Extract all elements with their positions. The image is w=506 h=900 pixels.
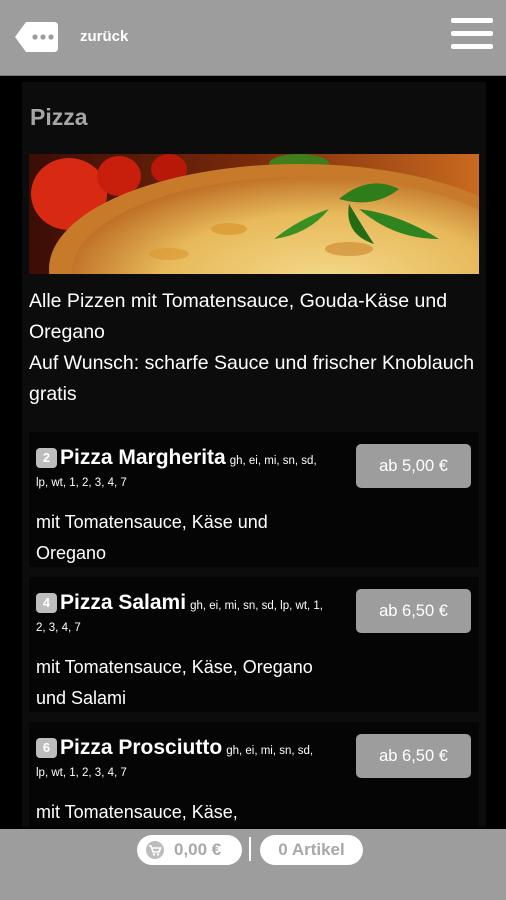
item-number-badge: 6 (36, 738, 57, 758)
item-header: 6 Pizza Prosciutto gh, ei, mi, sn, sd, lp,… (36, 736, 326, 784)
intro-line: Alle Pizzen mit Tomatensauce, Gouda-Käse… (29, 290, 448, 343)
item-name: Pizza Prosciutto (60, 736, 223, 759)
item-number-badge: 4 (36, 593, 57, 613)
cart-button[interactable]: 0,00 € (137, 835, 242, 865)
cart-icon (146, 841, 164, 859)
menu-item-salami[interactable]: 4 Pizza Salami gh, ei, mi, sn, sd, lp, wt,… (29, 577, 479, 712)
item-name: Pizza Salami (60, 591, 187, 614)
price-button[interactable]: ab 5,00 € (356, 444, 471, 488)
back-button[interactable] (14, 20, 60, 54)
intro-line: Auf Wunsch: scharfe Sauce und frischer K… (29, 352, 475, 405)
top-bar: zurück (0, 0, 506, 76)
item-name: Pizza Margherita (60, 446, 226, 469)
item-header: 2 Pizza Margherita gh, ei, mi, sn, sd, lp,… (36, 446, 326, 494)
price-button[interactable]: ab 6,50 € (356, 589, 471, 633)
item-header: 4 Pizza Salami gh, ei, mi, sn, sd, lp, wt,… (36, 591, 326, 639)
price-button[interactable]: ab 6,50 € (356, 734, 471, 778)
menu-category-panel: Pizza Alle Pizzen mit Tomatensauce, Goud… (22, 82, 486, 827)
pizza-hero-image (29, 154, 479, 274)
item-description: mit Tomatensauce, Käse, Oregano und Sala… (36, 657, 313, 708)
hamburger-menu-icon[interactable] (451, 18, 493, 54)
menu-item-list: 2 Pizza Margherita gh, ei, mi, sn, sd, lp,… (29, 432, 479, 827)
category-title: Pizza (30, 104, 88, 130)
item-number-badge: 2 (36, 448, 57, 468)
cart-total: 0,00 € (174, 840, 222, 859)
item-description: mit Tomatensauce, Käse, (36, 802, 238, 822)
menu-item-prosciutto[interactable]: 6 Pizza Prosciutto gh, ei, mi, sn, sd, lp,… (29, 722, 479, 827)
menu-item-margherita[interactable]: 2 Pizza Margherita gh, ei, mi, sn, sd, lp,… (29, 432, 479, 567)
item-description: mit Tomatensauce, Käse und Oregano (36, 512, 268, 563)
chat-bubble-icon (15, 22, 58, 52)
divider (249, 837, 251, 861)
back-label[interactable]: zurück (80, 28, 128, 45)
articles-count-button[interactable]: 0 Artikel (260, 835, 363, 865)
category-intro: Alle Pizzen mit Tomatensauce, Gouda-Käse… (29, 286, 479, 410)
bottom-bar: 0,00 € 0 Artikel (0, 829, 506, 900)
